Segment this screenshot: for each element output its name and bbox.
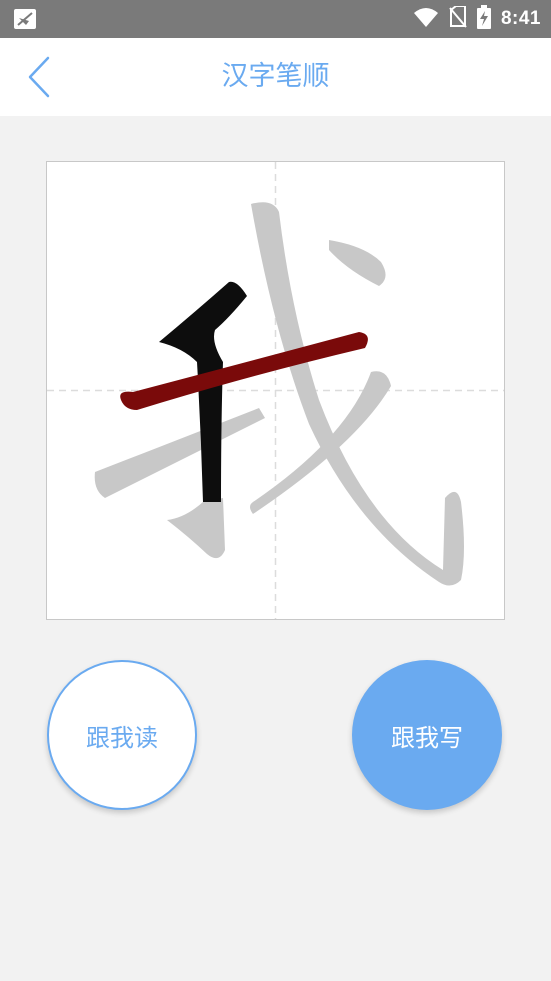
status-time: 8:41	[500, 8, 541, 29]
character-stroke-canvas	[47, 162, 504, 619]
stroke-dot	[329, 240, 386, 286]
wifi-icon	[413, 7, 439, 31]
stroke-hook	[167, 498, 225, 559]
write-along-button[interactable]: 跟我写	[352, 660, 502, 810]
read-along-button[interactable]: 跟我读	[47, 660, 197, 810]
notification-icon	[14, 9, 36, 29]
stroke-order-board	[46, 161, 505, 620]
status-bar: 8:41	[0, 0, 551, 38]
current-stroke	[120, 332, 368, 410]
no-sim-icon	[449, 5, 467, 32]
battery-charging-icon	[476, 5, 491, 33]
back-button[interactable]	[18, 54, 62, 100]
chevron-left-icon	[28, 56, 50, 98]
title-bar: 汉字笔顺	[0, 38, 551, 116]
page-title: 汉字笔顺	[221, 61, 330, 92]
stroke-rising	[94, 408, 265, 498]
status-icons: 8:41	[413, 0, 541, 38]
